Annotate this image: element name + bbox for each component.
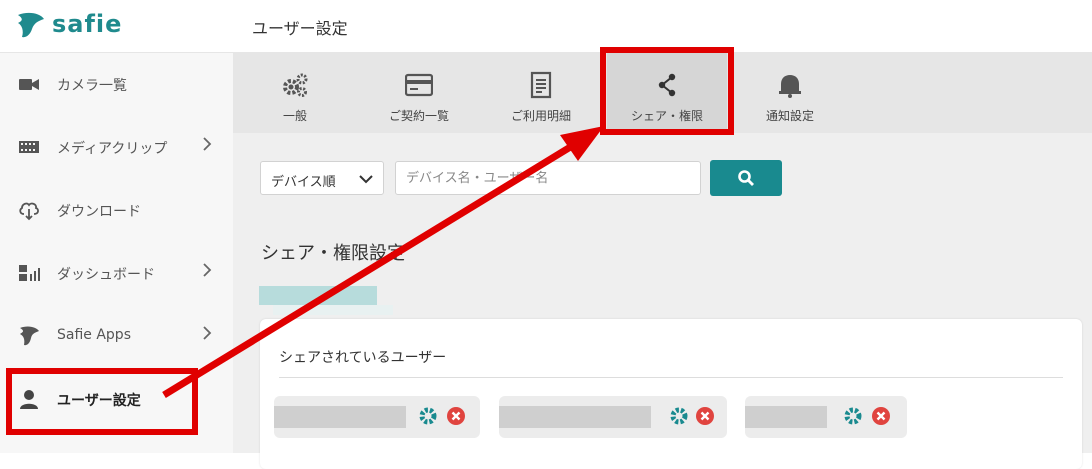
sidebar-item-label: Safie Apps xyxy=(57,327,131,343)
card-title: シェアされているユーザー xyxy=(279,350,447,366)
page-title: ユーザー設定 xyxy=(252,19,348,38)
tab-usage-details[interactable]: ご利用明細 xyxy=(481,53,601,133)
tab-notification-settings[interactable]: 通知設定 xyxy=(730,53,850,133)
delete-icon[interactable] xyxy=(695,406,715,426)
chevron-right-icon xyxy=(203,326,212,340)
document-icon xyxy=(530,71,552,99)
annotation-highlight-share-tab xyxy=(600,47,734,135)
sidebar-item-camera-list[interactable]: カメラ一覧 xyxy=(0,53,233,116)
safie-leaf-icon xyxy=(20,326,39,346)
camera-icon xyxy=(19,79,39,90)
redacted-user-name xyxy=(274,406,406,428)
search-button[interactable] xyxy=(710,160,782,196)
tab-label: ご契約一覧 xyxy=(388,109,449,123)
redacted-device-name-shadow xyxy=(273,305,393,315)
tab-label: 一般 xyxy=(282,109,307,123)
redacted-device-name xyxy=(259,286,377,305)
search-icon xyxy=(738,170,754,186)
card-icon xyxy=(405,73,433,97)
gears-icon xyxy=(283,73,308,97)
sidebar-item-dashboard[interactable]: ダッシュボード xyxy=(0,242,233,305)
cloud-download-icon xyxy=(19,202,39,221)
sidebar-item-label: ダッシュボード xyxy=(57,267,155,283)
sidebar-item-safie-apps[interactable]: Safie Apps xyxy=(0,305,233,368)
redacted-user-name xyxy=(499,406,651,428)
shared-user-chip xyxy=(274,396,480,438)
safie-leaf-icon xyxy=(18,12,44,38)
shared-users-card: シェアされているユーザー xyxy=(260,319,1082,469)
annotation-highlight-user-settings xyxy=(6,368,198,435)
sidebar-item-download[interactable]: ダウンロード xyxy=(0,179,233,242)
sidebar-item-label: カメラ一覧 xyxy=(57,78,127,94)
divider xyxy=(279,377,1063,378)
shared-user-chip xyxy=(499,396,727,438)
sidebar-item-label: メディアクリップ xyxy=(57,141,168,157)
logo-text: safie xyxy=(52,10,123,38)
redacted-user-name xyxy=(745,406,827,428)
chevron-down-icon xyxy=(359,175,373,184)
sort-select[interactable]: デバイス順 xyxy=(260,161,384,195)
chevron-right-icon xyxy=(203,137,212,151)
delete-icon[interactable] xyxy=(871,406,891,426)
sort-select-value: デバイス順 xyxy=(271,175,336,190)
dashboard-icon xyxy=(19,265,40,281)
tab-contracts[interactable]: ご契約一覧 xyxy=(359,53,479,133)
search-input[interactable] xyxy=(395,161,701,195)
delete-icon[interactable] xyxy=(446,406,466,426)
gear-icon[interactable] xyxy=(843,406,863,426)
safie-logo[interactable]: safie xyxy=(14,10,121,41)
sidebar-item-label: ダウンロード xyxy=(57,204,141,220)
tab-label: ご利用明細 xyxy=(510,109,571,123)
bell-icon xyxy=(779,75,801,98)
tab-label: 通知設定 xyxy=(765,109,814,123)
gear-icon[interactable] xyxy=(418,406,438,426)
chevron-right-icon xyxy=(203,263,212,277)
tab-general[interactable]: 一般 xyxy=(235,53,355,133)
gear-icon[interactable] xyxy=(669,406,689,426)
film-icon xyxy=(19,141,39,153)
sidebar-item-media-clip[interactable]: メディアクリップ xyxy=(0,116,233,179)
section-title: シェア・権限設定 xyxy=(261,243,405,264)
top-bar: safie ユーザー設定 xyxy=(0,0,1092,53)
shared-user-chip xyxy=(745,396,907,438)
